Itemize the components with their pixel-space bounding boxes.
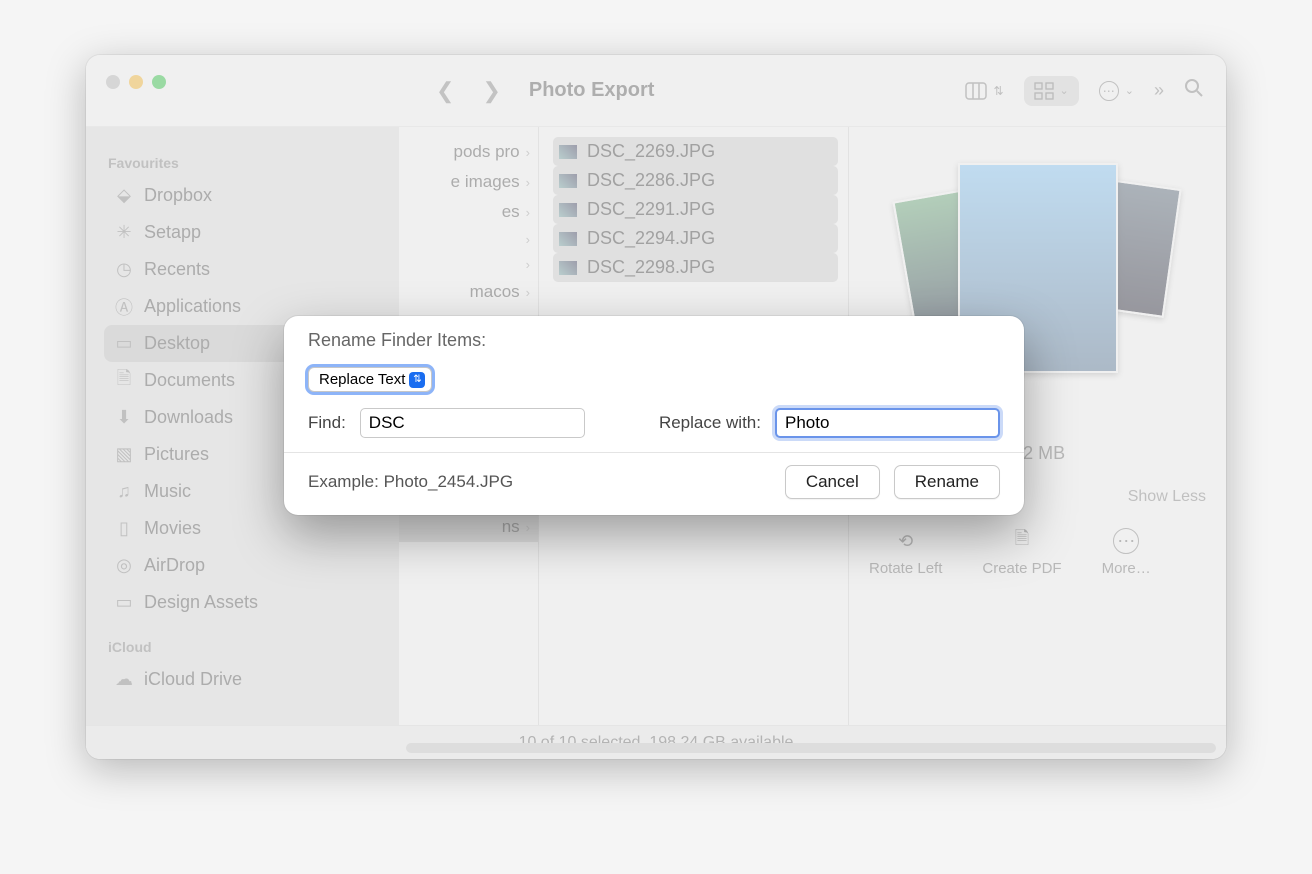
file-row[interactable]: DSC_2286.JPG [553, 166, 838, 195]
rename-mode-label: Replace Text [319, 371, 405, 388]
sidebar-item-movies[interactable]: ▯Movies [104, 510, 389, 547]
sidebar-section-icloud: iCloud [108, 639, 389, 655]
image-thumbnail-icon [559, 145, 577, 159]
chevron-right-icon: › [526, 175, 530, 190]
file-row[interactable]: DSC_2298.JPG [553, 253, 838, 282]
titlebar: ❮ ❯ Photo Export ⇅ ⌄ ⋯ ⌄ » [86, 55, 1226, 127]
document-icon: 🗎 [114, 371, 134, 391]
folder-icon: ▭ [114, 593, 134, 613]
setapp-icon: ✳ [114, 223, 134, 243]
chevron-right-icon: › [526, 520, 530, 535]
show-less-button[interactable]: Show Less [1128, 488, 1206, 506]
desktop-icon: ▭ [114, 334, 134, 354]
airdrop-icon: ◎ [114, 556, 134, 576]
list-item[interactable]: ns› [399, 512, 538, 542]
search-icon [1184, 78, 1204, 103]
window-controls [106, 75, 166, 89]
create-pdf-action[interactable]: 🗎Create PDF [982, 528, 1061, 577]
chevron-right-icon: › [526, 232, 530, 247]
chevron-updown-icon: ⇅ [409, 372, 425, 388]
dropbox-icon: ⬙ [114, 186, 134, 206]
dialog-title: Rename Finder Items: [284, 316, 1024, 363]
cancel-button[interactable]: Cancel [785, 465, 880, 499]
find-input[interactable] [360, 408, 585, 438]
list-item[interactable]: macos› [399, 277, 538, 307]
toolbar-right: ⇅ ⌄ ⋯ ⌄ » [965, 76, 1204, 106]
sidebar-item-airdrop[interactable]: ◎AirDrop [104, 547, 389, 584]
quick-actions: ⟲Rotate Left 🗎Create PDF ⋯More… [869, 528, 1206, 577]
image-thumbnail-icon [559, 203, 577, 217]
overflow-button[interactable]: » [1154, 80, 1164, 101]
rename-button[interactable]: Rename [894, 465, 1000, 499]
chevron-updown-icon: ⇅ [993, 84, 1003, 98]
action-menu-button[interactable]: ⋯ ⌄ [1099, 81, 1134, 101]
document-icon: 🗎 [1009, 528, 1035, 554]
ellipsis-circle-icon: ⋯ [1099, 81, 1119, 101]
chevron-right-icon: › [526, 205, 530, 220]
music-icon: ♫ [114, 482, 134, 502]
example-text: Example: Photo_2454.JPG [308, 472, 513, 492]
fullscreen-window-button[interactable] [152, 75, 166, 89]
chevron-right-icon: › [526, 257, 530, 272]
back-button[interactable]: ❮ [436, 78, 454, 104]
find-label: Find: [308, 413, 346, 433]
view-columns-button[interactable]: ⇅ [965, 82, 1003, 100]
rename-dialog: Rename Finder Items: Replace Text ⇅ Find… [284, 316, 1024, 515]
cloud-icon: ☁ [114, 670, 134, 690]
file-row[interactable]: DSC_2294.JPG [553, 224, 838, 253]
window-title: Photo Export [529, 79, 655, 102]
app-icon: Ⓐ [114, 297, 134, 317]
list-item[interactable]: es› [399, 197, 538, 227]
chevron-down-icon: ⌄ [1125, 84, 1134, 97]
double-chevron-icon: » [1154, 80, 1164, 101]
chevron-right-icon: › [526, 285, 530, 300]
sidebar-item-dropbox[interactable]: ⬙Dropbox [104, 177, 389, 214]
file-row[interactable]: DSC_2291.JPG [553, 195, 838, 224]
image-thumbnail-icon [559, 261, 577, 275]
nav-arrows: ❮ ❯ [436, 78, 501, 104]
picture-icon: ▧ [114, 445, 134, 465]
horizontal-scrollbar[interactable] [406, 743, 1216, 753]
minimize-window-button[interactable] [129, 75, 143, 89]
rotate-left-action[interactable]: ⟲Rotate Left [869, 528, 942, 577]
group-by-button[interactable]: ⌄ [1024, 76, 1079, 106]
more-action[interactable]: ⋯More… [1102, 528, 1151, 577]
chevron-right-icon: › [526, 145, 530, 160]
sidebar-item-icloud-drive[interactable]: ☁iCloud Drive [104, 661, 389, 698]
replace-label: Replace with: [659, 413, 761, 433]
download-icon: ⬇ [114, 408, 134, 428]
clock-icon: ◷ [114, 260, 134, 280]
list-item[interactable]: e images› [399, 167, 538, 197]
forward-button[interactable]: ❯ [482, 78, 500, 104]
image-thumbnail-icon [559, 232, 577, 246]
sidebar-item-design-assets[interactable]: ▭Design Assets [104, 584, 389, 621]
sidebar-section-favourites: Favourites [108, 155, 389, 171]
rename-mode-select[interactable]: Replace Text ⇅ [308, 367, 432, 392]
search-button[interactable] [1184, 78, 1204, 103]
movie-icon: ▯ [114, 519, 134, 539]
file-row[interactable]: DSC_2269.JPG [553, 137, 838, 166]
image-thumbnail-icon [559, 174, 577, 188]
sidebar-item-setapp[interactable]: ✳Setapp [104, 214, 389, 251]
list-item[interactable]: pods pro› [399, 137, 538, 167]
sidebar-item-recents[interactable]: ◷Recents [104, 251, 389, 288]
close-window-button[interactable] [106, 75, 120, 89]
replace-input[interactable] [775, 408, 1000, 438]
chevron-down-icon: ⌄ [1060, 84, 1069, 97]
statusbar: 10 of 10 selected, 198.24 GB available [86, 725, 1226, 759]
ellipsis-circle-icon: ⋯ [1113, 528, 1139, 554]
list-item[interactable]: › [399, 227, 538, 252]
list-item[interactable]: › [399, 252, 538, 277]
rotate-icon: ⟲ [893, 528, 919, 554]
